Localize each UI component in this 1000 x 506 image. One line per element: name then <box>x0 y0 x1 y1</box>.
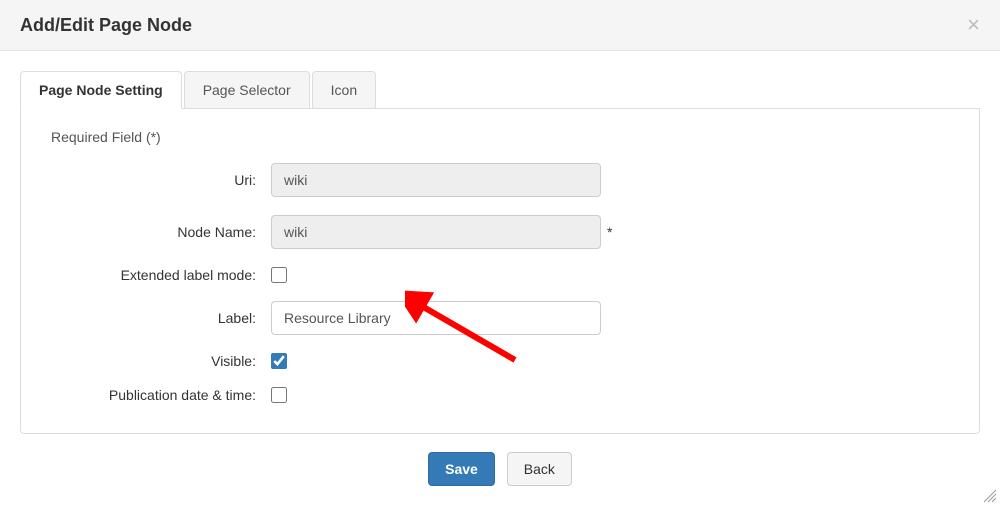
pubdate-checkbox[interactable] <box>271 387 287 403</box>
label-label: Label: <box>51 310 271 326</box>
extended-label-mode-checkbox[interactable] <box>271 267 287 283</box>
resize-handle-icon[interactable] <box>982 488 998 504</box>
visible-checkbox[interactable] <box>271 353 287 369</box>
tabs: Page Node Setting Page Selector Icon <box>20 71 980 109</box>
visible-label: Visible: <box>51 353 271 369</box>
extended-label-mode-label: Extended label mode: <box>51 267 271 283</box>
uri-input[interactable] <box>271 163 601 197</box>
back-button[interactable]: Back <box>507 452 572 486</box>
required-mark: * <box>607 224 612 240</box>
tab-label: Page Selector <box>184 71 310 109</box>
close-icon[interactable]: × <box>967 12 980 38</box>
row-node-name: Node Name: * <box>51 215 949 249</box>
tab-icon[interactable]: Icon <box>310 71 376 109</box>
label-input[interactable] <box>271 301 601 335</box>
save-button[interactable]: Save <box>428 452 495 486</box>
row-label: Label: <box>51 301 949 335</box>
tab-label: Page Node Setting <box>20 71 182 109</box>
tab-page-node-setting[interactable]: Page Node Setting <box>20 71 182 109</box>
tab-page-selector[interactable]: Page Selector <box>182 71 310 109</box>
modal-body: Page Node Setting Page Selector Icon Req… <box>0 51 1000 506</box>
tab-content: Required Field (*) Uri: Node Name: * Ext… <box>20 109 980 434</box>
row-visible: Visible: <box>51 353 949 369</box>
node-name-input[interactable] <box>271 215 601 249</box>
row-extended-label-mode: Extended label mode: <box>51 267 949 283</box>
row-uri: Uri: <box>51 163 949 197</box>
tab-label: Icon <box>312 71 376 109</box>
pubdate-label: Publication date & time: <box>51 387 271 403</box>
footer-buttons: Save Back <box>20 452 980 486</box>
modal-title: Add/Edit Page Node <box>20 15 192 36</box>
modal-header: Add/Edit Page Node × <box>0 0 1000 51</box>
node-name-label: Node Name: <box>51 224 271 240</box>
row-pubdate: Publication date & time: <box>51 387 949 403</box>
required-note: Required Field (*) <box>51 129 949 145</box>
uri-label: Uri: <box>51 172 271 188</box>
